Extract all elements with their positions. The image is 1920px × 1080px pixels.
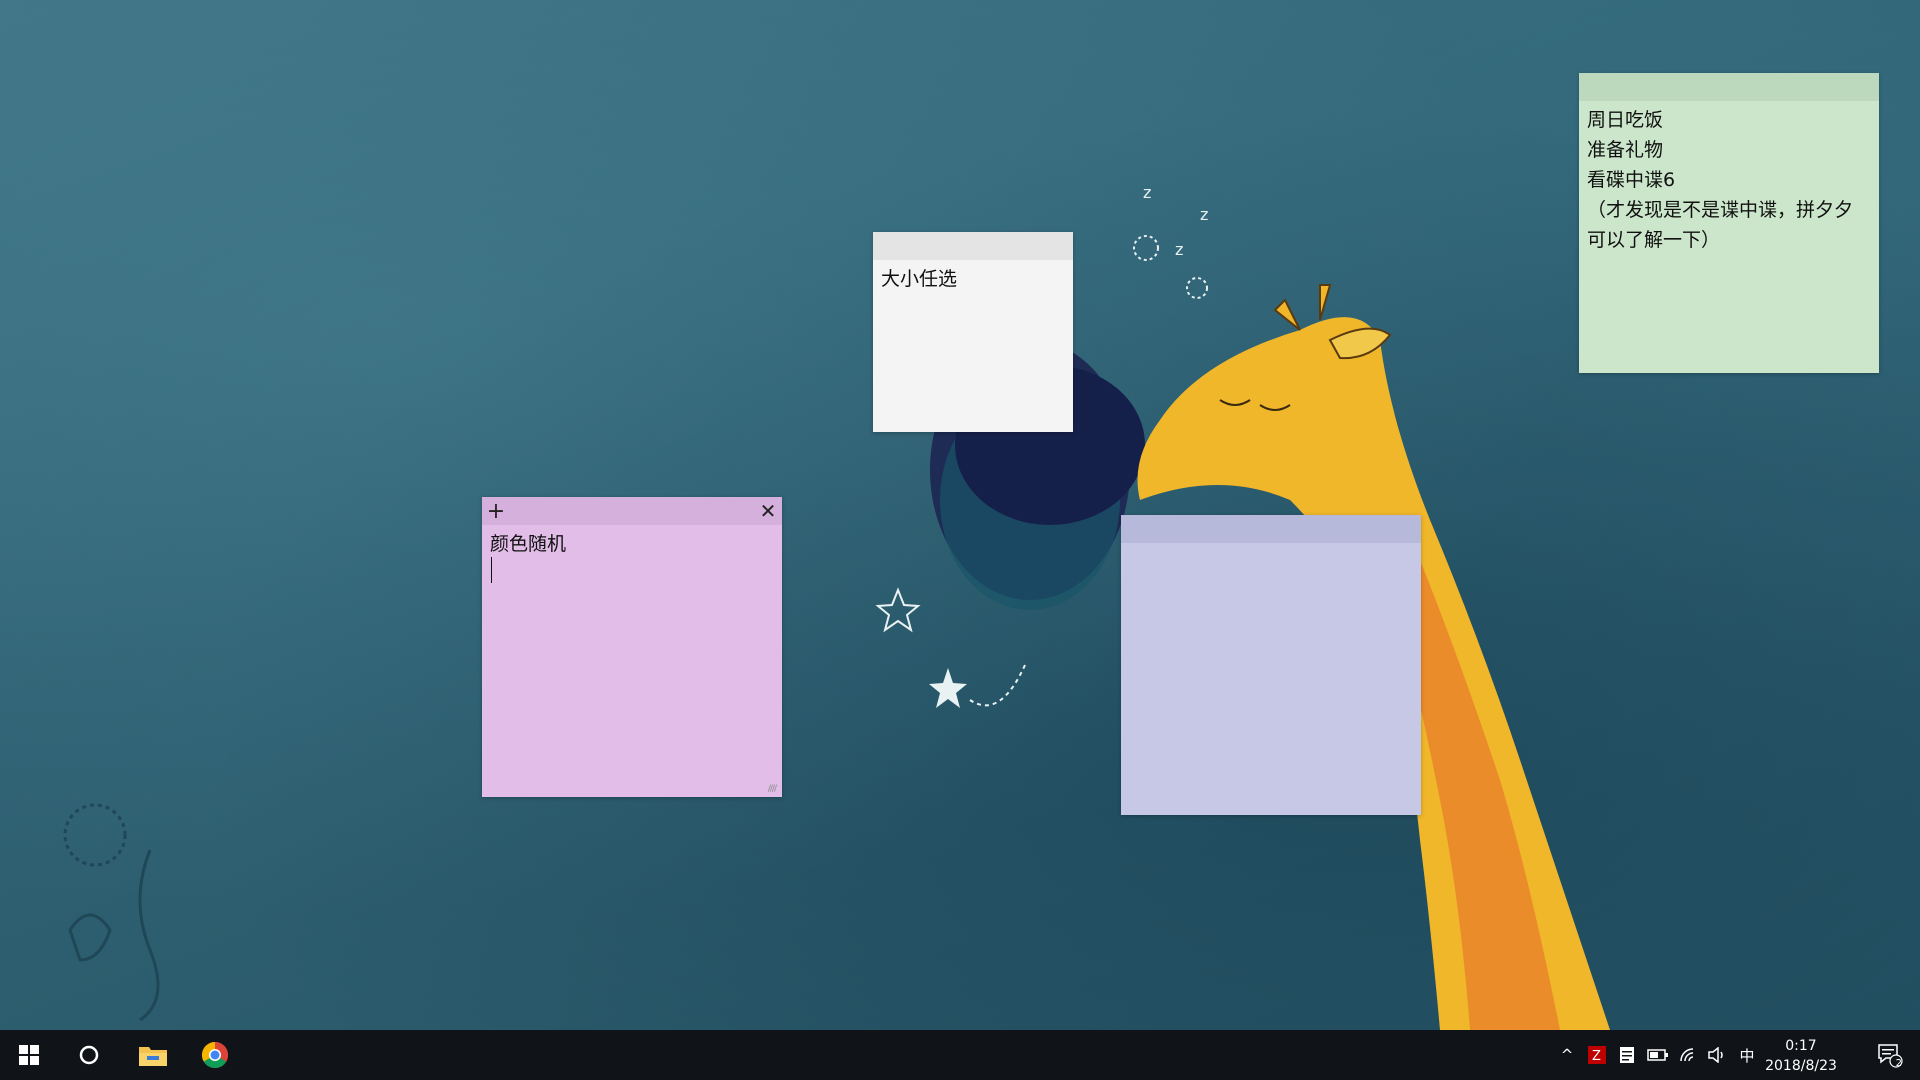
ime-indicator[interactable]: 中 bbox=[1736, 1042, 1758, 1068]
note-line: 周日吃饭 bbox=[1587, 109, 1664, 131]
note-text[interactable]: 大小任选 bbox=[881, 264, 1065, 294]
text-caret bbox=[491, 557, 492, 583]
folder-icon bbox=[139, 1047, 167, 1066]
network-tray-icon[interactable] bbox=[1678, 1042, 1700, 1068]
file-explorer-button[interactable] bbox=[126, 1030, 180, 1080]
note-line: 准备礼物 bbox=[1587, 139, 1664, 161]
note-text[interactable]: 颜色随机 bbox=[490, 529, 774, 559]
add-note-button[interactable]: + bbox=[482, 497, 510, 525]
clock-time: 0:17 bbox=[1785, 1038, 1817, 1054]
note-header[interactable]: + ✕ bbox=[482, 497, 782, 525]
cortana-button[interactable] bbox=[62, 1030, 116, 1080]
filezilla-tray-icon[interactable]: Z bbox=[1586, 1042, 1608, 1068]
note-line: 看碟中谍6 bbox=[1587, 169, 1676, 191]
sticky-note-purple[interactable]: + ✕ 颜色随机 //// bbox=[482, 497, 782, 797]
chrome-button[interactable] bbox=[188, 1030, 242, 1080]
notification-count: 2 bbox=[1895, 1058, 1902, 1069]
filezilla-icon: Z bbox=[1588, 1046, 1606, 1064]
action-center-button[interactable]: 2 bbox=[1870, 1040, 1910, 1070]
svg-text:z: z bbox=[1200, 205, 1208, 224]
desktop: z z z + ✕ 颜色随机 //// 大小任选 周日吃饭 准备礼物 看碟中谍6… bbox=[0, 0, 1920, 1030]
tray-overflow-button[interactable]: ^ bbox=[1556, 1042, 1578, 1068]
sticky-note-blue[interactable] bbox=[1121, 515, 1421, 815]
chrome-icon bbox=[201, 1041, 229, 1069]
volume-tray-icon[interactable] bbox=[1706, 1042, 1728, 1068]
start-button[interactable] bbox=[0, 1030, 58, 1080]
svg-text:z: z bbox=[1175, 240, 1183, 259]
note-line: 可以了解一下） bbox=[1587, 229, 1721, 251]
note-header[interactable] bbox=[1121, 515, 1421, 543]
circle-icon bbox=[79, 1045, 99, 1065]
speaker-icon bbox=[1708, 1047, 1723, 1063]
notes-tray-icon[interactable] bbox=[1616, 1042, 1638, 1068]
wifi-icon bbox=[1680, 1048, 1694, 1062]
notepad-icon bbox=[1620, 1047, 1634, 1063]
windows-icon bbox=[19, 1045, 39, 1065]
note-header[interactable] bbox=[873, 232, 1073, 260]
resize-grip[interactable]: //// bbox=[768, 784, 777, 794]
svg-text:Z: Z bbox=[1592, 1049, 1601, 1064]
note-line: （才发现是不是谍中谍，拼夕夕 bbox=[1587, 199, 1854, 221]
clock[interactable]: 0:17 2018/8/23 bbox=[1756, 1036, 1846, 1076]
close-note-button[interactable]: ✕ bbox=[754, 497, 782, 525]
battery-icon bbox=[1647, 1049, 1668, 1061]
svg-text:z: z bbox=[1143, 183, 1151, 202]
taskbar: ^ Z 中 0:17 2018/8/23 2 bbox=[0, 1030, 1920, 1080]
sticky-note-white[interactable]: 大小任选 bbox=[873, 232, 1073, 432]
battery-tray-icon[interactable] bbox=[1646, 1042, 1670, 1068]
clock-date: 2018/8/23 bbox=[1765, 1058, 1837, 1074]
note-header[interactable] bbox=[1579, 73, 1879, 101]
sticky-note-green[interactable]: 周日吃饭 准备礼物 看碟中谍6 （才发现是不是谍中谍，拼夕夕 可以了解一下） bbox=[1579, 73, 1879, 373]
note-text[interactable]: 周日吃饭 准备礼物 看碟中谍6 （才发现是不是谍中谍，拼夕夕 可以了解一下） bbox=[1587, 105, 1871, 255]
